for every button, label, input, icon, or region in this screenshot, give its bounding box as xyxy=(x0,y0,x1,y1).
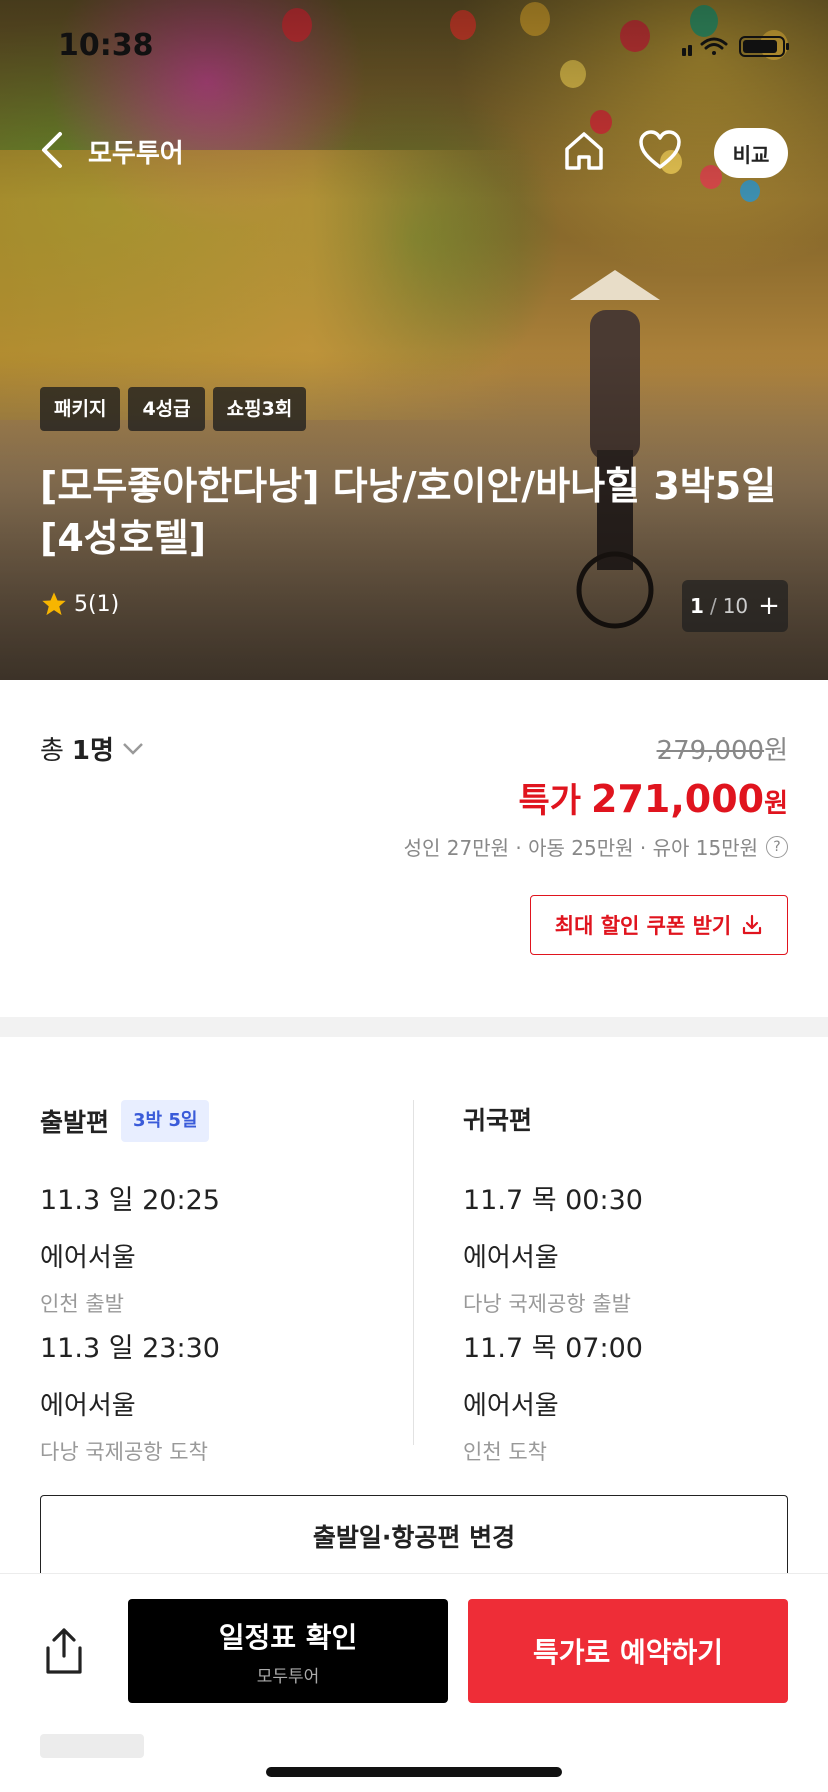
return-title: 귀국편 xyxy=(463,1106,533,1135)
return-heading: 귀국편 xyxy=(463,1100,532,1142)
segment-place: 다낭 국제공항 출발 xyxy=(463,1292,631,1316)
sale-price-value: 271,000 xyxy=(591,777,765,821)
nav-back-label[interactable]: 모두투어 xyxy=(88,133,184,170)
price-breakdown-text: 성인 27만원 · 아동 25만원 · 유아 15만원 xyxy=(403,836,758,860)
faint-placeholder xyxy=(40,1734,144,1758)
segment-airline: 에어서울 xyxy=(463,1243,559,1273)
photo-counter-current: 1 xyxy=(690,594,704,618)
rating-value: 5(1) xyxy=(74,591,120,617)
hero-image[interactable] xyxy=(0,0,828,680)
photo-counter-separator: / xyxy=(709,594,717,618)
departure-title: 출발편 xyxy=(40,1108,110,1137)
schedule-button-sub: 모두투어 xyxy=(256,1666,320,1687)
home-indicator xyxy=(266,1767,562,1777)
departure-segment: 11.3 일 23:30 에어서울 다낭 국제공항 도착 xyxy=(40,1326,220,1466)
trip-length-badge: 3박 5일 xyxy=(121,1100,210,1142)
section-divider xyxy=(0,1017,828,1037)
sale-price: 특가 271,000원 xyxy=(518,773,788,822)
flight-column-divider xyxy=(413,1100,414,1445)
star-icon xyxy=(42,592,66,616)
tag-shopping: 쇼핑3회 xyxy=(212,387,307,431)
status-icons xyxy=(682,36,789,57)
segment-time: 11.3 일 20:25 xyxy=(40,1185,220,1216)
return-segment: 11.7 목 07:00 에어서울 인천 도착 xyxy=(463,1326,643,1466)
segment-place: 인천 출발 xyxy=(40,1292,124,1316)
photo-counter[interactable]: 1 / 10 + xyxy=(682,580,788,632)
heart-icon[interactable] xyxy=(638,130,682,170)
schedule-button[interactable]: 일정표 확인 모두투어 xyxy=(128,1599,448,1703)
departure-segment: 11.3 일 20:25 에어서울 인천 출발 xyxy=(40,1178,220,1318)
status-time: 10:38 xyxy=(58,28,154,63)
wifi-icon xyxy=(700,37,728,55)
segment-airline: 에어서울 xyxy=(463,1391,559,1421)
chevron-down-icon xyxy=(123,742,143,755)
sale-price-unit: 원 xyxy=(764,789,788,819)
download-icon xyxy=(743,914,762,935)
help-icon[interactable]: ? xyxy=(766,835,788,858)
plus-icon: + xyxy=(758,591,780,621)
original-price: 279,000원 xyxy=(657,730,788,767)
original-price-value: 279,000 xyxy=(656,736,765,766)
battery-icon xyxy=(739,36,789,57)
change-flight-button[interactable]: 출발일·항공편 변경 xyxy=(40,1495,788,1575)
people-selector[interactable]: 총 1명 xyxy=(40,730,144,767)
home-icon[interactable] xyxy=(562,128,606,172)
compare-button[interactable]: 비교 xyxy=(714,128,788,178)
segment-time: 11.7 목 07:00 xyxy=(463,1333,643,1364)
segment-airline: 에어서울 xyxy=(40,1243,136,1273)
tag-package: 패키지 xyxy=(40,387,121,431)
signal-icon xyxy=(682,45,692,56)
coupon-button[interactable]: 최대 할인 쿠폰 받기 xyxy=(530,895,788,955)
book-button[interactable]: 특가로 예약하기 xyxy=(468,1599,788,1703)
segment-place: 다낭 국제공항 도착 xyxy=(40,1440,208,1464)
rating[interactable]: 5(1) xyxy=(40,590,119,618)
coupon-button-label: 최대 할인 쿠폰 받기 xyxy=(554,914,732,938)
segment-place: 인천 도착 xyxy=(463,1440,547,1464)
price-breakdown: 성인 27만원 · 아동 25만원 · 유아 15만원 ? xyxy=(404,832,788,861)
segment-time: 11.7 목 00:30 xyxy=(463,1185,643,1216)
sale-label: 특가 xyxy=(518,781,581,821)
original-price-unit: 원 xyxy=(764,736,788,766)
back-arrow-icon[interactable] xyxy=(36,128,68,172)
segment-airline: 에어서울 xyxy=(40,1391,136,1421)
product-title: [모두좋아한다낭] 다낭/호이안/바나힐 3박5일 [4성호텔] xyxy=(40,464,777,560)
bottom-action-bar: 일정표 확인 모두투어 특가로 예약하기 xyxy=(0,1573,828,1792)
product-tags: 패키지 4성급 쇼핑3회 xyxy=(40,387,307,431)
schedule-button-label: 일정표 확인 xyxy=(218,1620,358,1654)
departure-heading: 출발편 3박 5일 xyxy=(40,1100,210,1142)
share-icon[interactable] xyxy=(40,1626,88,1676)
return-segment: 11.7 목 00:30 에어서울 다낭 국제공항 출발 xyxy=(463,1178,643,1318)
people-count: 1명 xyxy=(71,736,114,766)
tag-grade: 4성급 xyxy=(128,387,205,431)
segment-time: 11.3 일 23:30 xyxy=(40,1333,220,1364)
people-prefix: 총 xyxy=(40,736,64,766)
photo-counter-total: 10 xyxy=(722,594,749,618)
